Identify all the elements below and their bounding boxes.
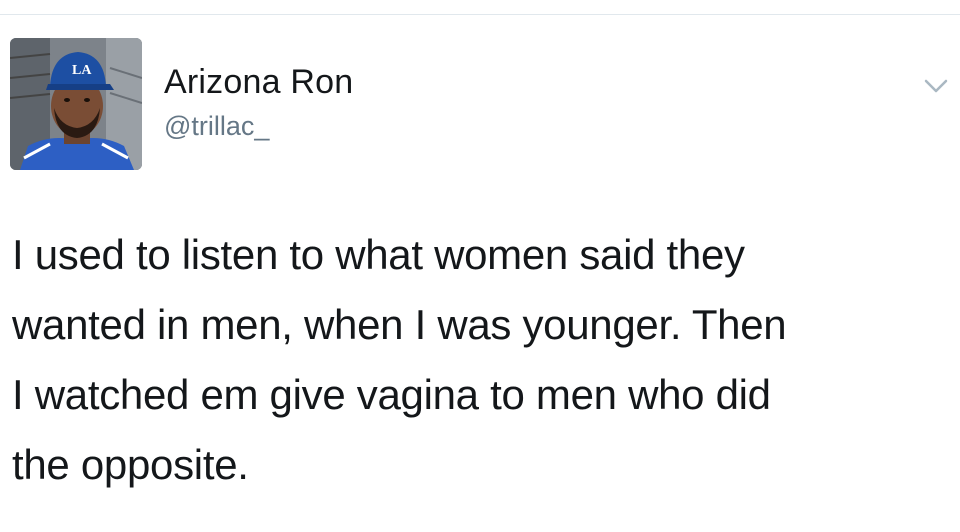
tweet-text-line: wanted in men, when I was younger. Then	[12, 301, 787, 348]
author-block[interactable]: Arizona Ron @trillac_	[164, 62, 353, 144]
tweet-text: I used to listen to what women said they…	[12, 220, 952, 500]
tweet-text-line: I watched em give vagina to men who did	[12, 371, 771, 418]
avatar-image: LA	[10, 38, 142, 170]
chevron-down-icon	[924, 79, 948, 93]
author-handle[interactable]: @trillac_	[164, 108, 353, 144]
tweet-text-line: I used to listen to what women said they	[12, 231, 745, 278]
tweet-card: LA Arizona Ron @trillac_ I used to liste…	[0, 0, 960, 532]
author-display-name[interactable]: Arizona Ron	[164, 62, 353, 102]
tweet-menu-button[interactable]	[918, 74, 954, 100]
avatar[interactable]: LA	[10, 38, 142, 170]
tweet-text-line: the opposite.	[12, 441, 249, 488]
svg-text:LA: LA	[72, 63, 92, 78]
